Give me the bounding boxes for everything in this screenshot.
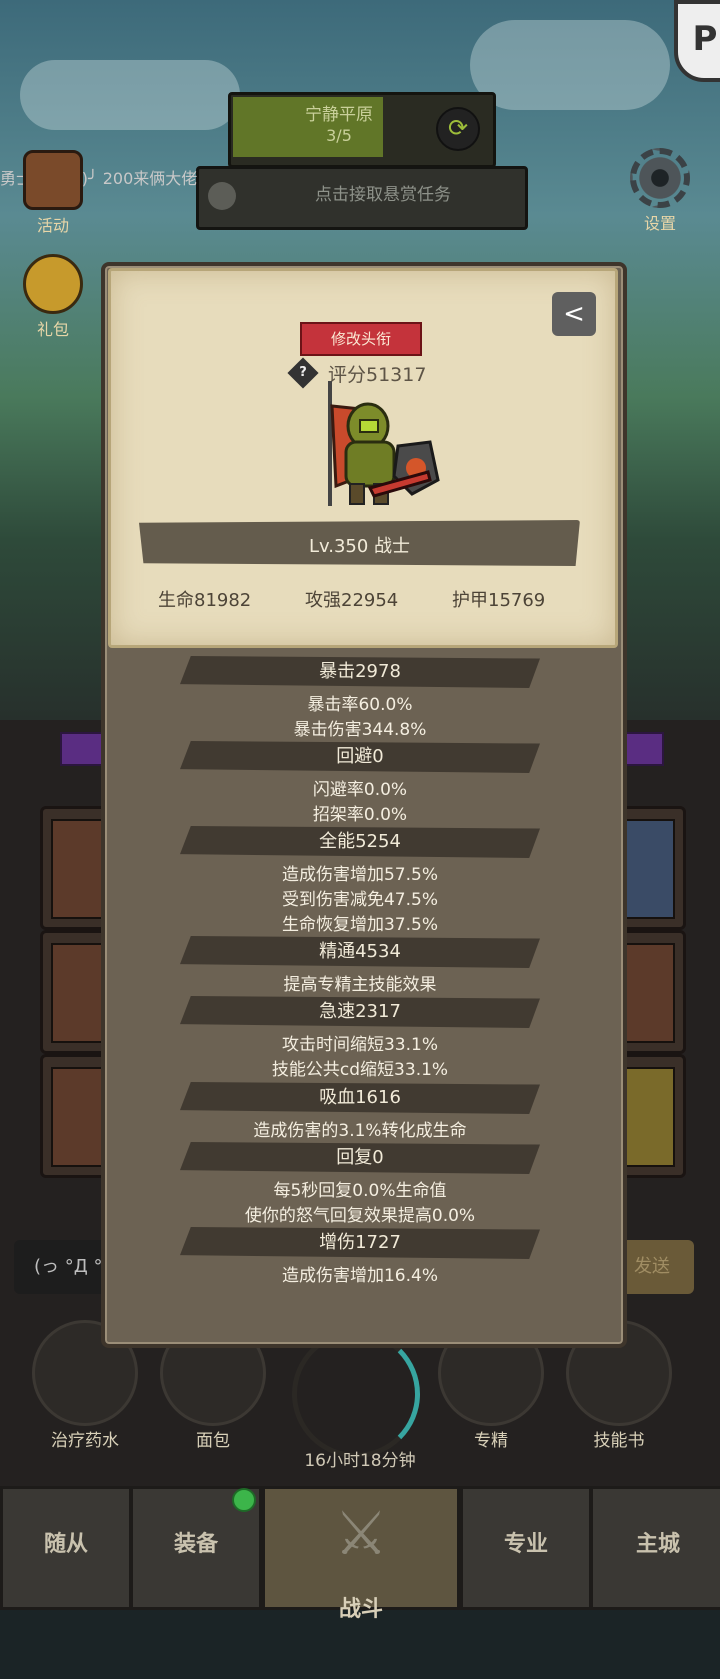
region-progress-text: 3/5 [326, 126, 352, 145]
stat-armor: 护甲15769 [452, 590, 546, 611]
stat-header-haste: 急速2317 [180, 996, 540, 1028]
giftpack-button[interactable]: 礼包 [22, 254, 84, 340]
gear-icon [630, 148, 690, 208]
cloud [470, 20, 670, 110]
nav-followers[interactable]: 随从 [0, 1486, 132, 1610]
event-button[interactable]: 活动 [22, 150, 84, 236]
event-icon [23, 150, 83, 210]
stat-header-mastery: 精通4534 [180, 936, 540, 968]
stat-line: 暴击率60.0% [307, 695, 413, 715]
stat-line: 使你的怒气回复效果提高0.0% [244, 1206, 476, 1226]
stat-line: 每5秒回复0.0%生命值 [273, 1181, 447, 1201]
event-label: 活动 [36, 216, 69, 235]
nav-profession[interactable]: 专业 [460, 1486, 592, 1610]
stat-line: 生命恢复增加37.5% [281, 915, 438, 935]
stat-line: 招架率0.0% [312, 805, 408, 825]
treasure-chest-button[interactable] [292, 1330, 420, 1458]
item-label: 治疗药水 [51, 1431, 119, 1451]
item-label: 技能书 [593, 1431, 645, 1451]
stat-line: 提高专精主技能效果 [283, 975, 437, 995]
giftpack-label: 礼包 [36, 320, 69, 339]
crossed-swords-icon: ⚔ [334, 1499, 388, 1569]
stat-header-crit: 暴击2978 [180, 656, 540, 688]
region-name: 宁静平原 [305, 105, 373, 125]
share-icon[interactable]: < [552, 292, 596, 336]
item-label: 专精 [474, 1431, 508, 1451]
stat-header-avoidance: 回避0 [180, 741, 540, 773]
bounty-task-label: 点击接取悬赏任务 [315, 185, 451, 205]
stat-header-regen: 回复0 [180, 1142, 540, 1174]
item-label: 面包 [196, 1431, 230, 1451]
notification-badge [232, 1488, 256, 1512]
level-class: Lv.350 战士 [308, 536, 411, 557]
stat-line: 技能公共cd缩短33.1% [271, 1060, 449, 1080]
bounty-icon [208, 182, 236, 210]
stat-line: 暴击伤害344.8% [293, 720, 427, 740]
stat-line: 攻击时间缩短33.1% [281, 1035, 438, 1055]
refresh-icon[interactable]: ⟳ [436, 107, 480, 151]
warrior-avatar [328, 381, 440, 506]
stat-header-lifesteal: 吸血1616 [180, 1082, 540, 1114]
settings-button[interactable]: 设置 [622, 148, 698, 234]
stat-line: 造成伤害的3.1%转化成生命 [253, 1121, 467, 1141]
stat-attack: 攻强22954 [305, 590, 399, 611]
app-logo-icon[interactable]: P [674, 0, 720, 82]
nav-main-city[interactable]: 主城 [590, 1486, 720, 1610]
stat-header-versatility: 全能5254 [180, 826, 540, 858]
chest-timer: 16小时18分钟 [304, 1451, 416, 1471]
stat-line: 造成伤害增加16.4% [281, 1266, 438, 1286]
settings-label: 设置 [643, 214, 676, 233]
stat-hp: 生命81982 [158, 590, 252, 611]
edit-title-button[interactable]: 修改头衔 [300, 322, 422, 356]
stat-header-damage-bonus: 增伤1727 [180, 1227, 540, 1259]
stat-line: 受到伤害减免47.5% [281, 890, 438, 910]
cloud [20, 60, 240, 130]
nav-battle[interactable]: ⚔ 战斗 [262, 1486, 460, 1622]
stat-line: 造成伤害增加57.5% [281, 865, 438, 885]
giftpack-icon [23, 254, 83, 314]
stat-line: 闪避率0.0% [312, 780, 408, 800]
